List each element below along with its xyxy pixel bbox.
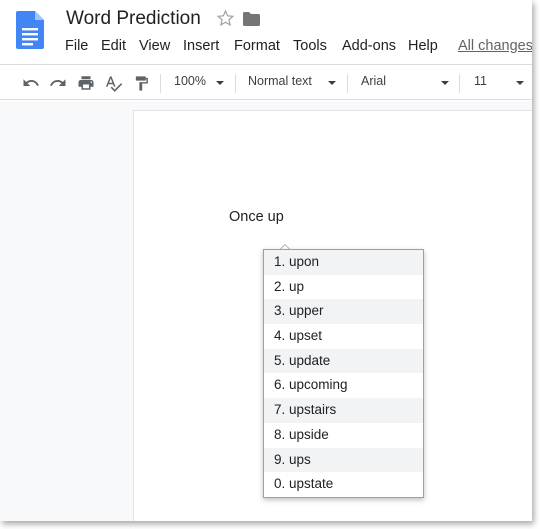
paint-format-icon: [135, 75, 148, 91]
redo-icon: [50, 79, 66, 86]
spellcheck-button[interactable]: [102, 72, 124, 94]
docs-window: Word Prediction File Edit View Insert Fo…: [0, 0, 532, 521]
paint-format-button[interactable]: [130, 72, 152, 94]
save-status-link[interactable]: All changes: [458, 38, 532, 54]
suggestion-item[interactable]: 1. upon: [264, 250, 423, 275]
suggestion-item[interactable]: 7. upstairs: [264, 398, 423, 423]
font-value: Arial: [361, 74, 387, 88]
suggestion-item[interactable]: 4. upset: [264, 324, 423, 349]
menu-view[interactable]: View: [139, 38, 170, 54]
menu-edit[interactable]: Edit: [101, 38, 126, 54]
document-text[interactable]: Once up: [229, 209, 284, 225]
folder-icon[interactable]: [243, 12, 260, 26]
paragraph-style-value: Normal text: [248, 74, 312, 88]
font-select[interactable]: Arial: [361, 74, 451, 92]
undo-button[interactable]: [20, 72, 42, 94]
chevron-down-icon: [216, 81, 224, 85]
suggestion-popup: 1. upon 2. up 3. upper 4. upset 5. updat…: [263, 249, 424, 498]
redo-button[interactable]: [47, 72, 69, 94]
chevron-down-icon: [441, 81, 449, 85]
undo-icon: [23, 79, 39, 86]
menu-bar: File Edit View Insert Format Tools Add-o…: [0, 37, 532, 57]
print-button[interactable]: [75, 72, 97, 94]
font-size-select[interactable]: 11: [474, 74, 530, 92]
print-icon: [78, 76, 94, 90]
suggestion-item[interactable]: 9. ups: [264, 447, 423, 473]
font-size-value: 11: [474, 74, 487, 88]
toolbar-separator: [160, 74, 161, 93]
suggestion-item[interactable]: 8. upside: [264, 423, 423, 448]
toolbar: 100% Normal text Arial 11: [0, 64, 532, 100]
menu-insert[interactable]: Insert: [183, 38, 219, 54]
spellcheck-icon: [105, 75, 122, 92]
menu-file[interactable]: File: [65, 38, 88, 54]
suggestion-item[interactable]: 2. up: [264, 275, 423, 300]
suggestion-item[interactable]: 6. upcoming: [264, 373, 423, 398]
suggestion-item[interactable]: 0. upstate: [264, 472, 423, 497]
document-page[interactable]: Once up 1. upon 2. up 3. upper 4. upset …: [133, 110, 532, 521]
menu-help[interactable]: Help: [408, 38, 438, 54]
toolbar-separator: [235, 74, 236, 93]
document-canvas: Once up 1. upon 2. up 3. upper 4. upset …: [0, 101, 532, 521]
chevron-down-icon: [328, 81, 336, 85]
zoom-value: 100%: [174, 74, 206, 88]
menu-add-ons[interactable]: Add-ons: [342, 38, 396, 54]
star-icon[interactable]: [216, 9, 235, 28]
toolbar-separator: [459, 74, 460, 93]
suggestion-item[interactable]: 3. upper: [264, 299, 423, 325]
suggestion-item[interactable]: 5. update: [264, 348, 423, 374]
paragraph-style-select[interactable]: Normal text: [248, 74, 338, 92]
menu-tools[interactable]: Tools: [293, 38, 327, 54]
zoom-select[interactable]: 100%: [174, 74, 226, 92]
chevron-down-icon: [516, 81, 524, 85]
menu-format[interactable]: Format: [234, 38, 280, 54]
document-title[interactable]: Word Prediction: [66, 8, 201, 30]
toolbar-separator: [347, 74, 348, 93]
